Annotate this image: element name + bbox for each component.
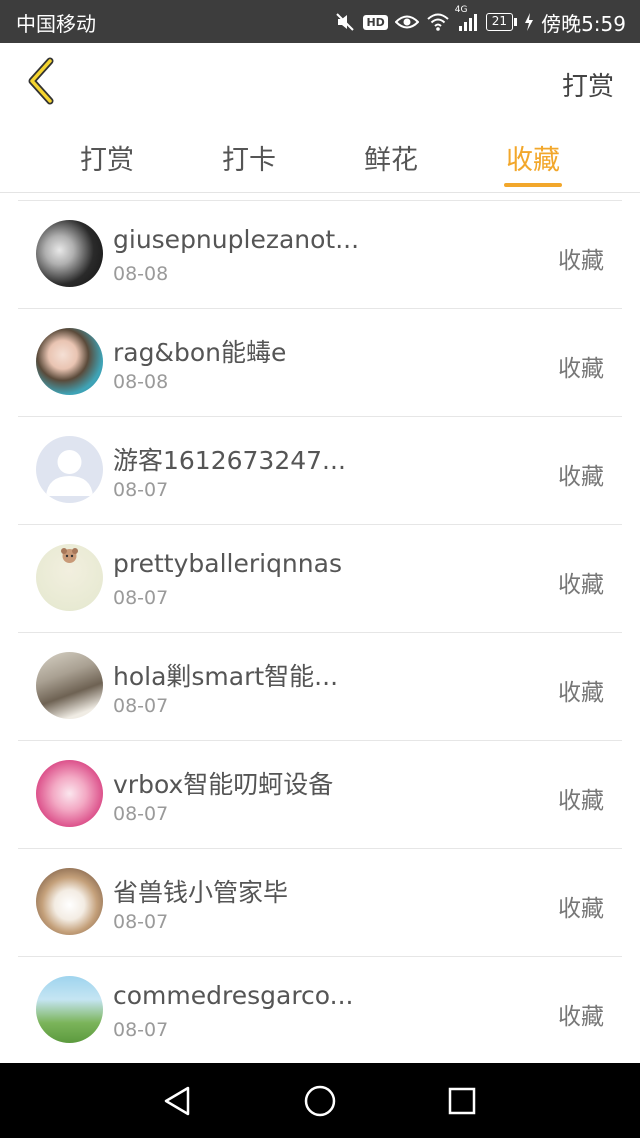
username: rag&bon能蝳e xyxy=(113,338,287,367)
date: 08-08 xyxy=(113,371,169,393)
triangle-back-icon xyxy=(164,1086,190,1116)
signal-icon: 4G xyxy=(455,5,479,32)
action-label: 收藏 xyxy=(558,248,604,274)
avatar[interactable] xyxy=(36,436,103,503)
mute-icon xyxy=(334,11,356,33)
action-label: 收藏 xyxy=(558,896,604,922)
username: hola剿smart智能... xyxy=(113,662,339,691)
username: 游客1612673247... xyxy=(113,446,346,475)
system-nav-bar xyxy=(0,1063,640,1138)
list-item[interactable]: commedresgarco... 08-07 收藏 xyxy=(0,957,640,1065)
status-bar: 中国移动 HD 4G 21 傍晚5:59 xyxy=(0,0,640,43)
tab-label: 鲜花 xyxy=(364,145,418,176)
tab-label: 收藏 xyxy=(506,145,560,176)
avatar[interactable] xyxy=(36,328,103,395)
date: 08-07 xyxy=(113,911,169,933)
list-item[interactable]: hola剿smart智能... 08-07 收藏 xyxy=(0,633,640,741)
cartoon-animal-icon xyxy=(61,548,78,563)
charging-icon xyxy=(524,13,534,31)
nav-recents-button[interactable] xyxy=(444,1083,480,1119)
list-item[interactable]: 省兽钱小管家毕 08-07 收藏 xyxy=(0,849,640,957)
eye-icon xyxy=(394,13,419,31)
square-recents-icon xyxy=(448,1087,476,1115)
wifi-icon xyxy=(426,12,450,32)
date: 08-07 xyxy=(113,1019,169,1041)
network-type: 4G xyxy=(454,5,468,15)
date: 08-07 xyxy=(113,587,169,609)
tab-indicator xyxy=(504,183,562,187)
action-label: 收藏 xyxy=(558,572,604,598)
date: 08-07 xyxy=(113,803,169,825)
action-label: 收藏 xyxy=(558,1004,604,1030)
carrier-name: 中国移动 xyxy=(16,12,96,36)
action-label: 收藏 xyxy=(558,464,604,490)
battery-indicator: 21 xyxy=(485,13,518,31)
tab-favorites[interactable]: 收藏 xyxy=(462,121,604,193)
tab-bar: 打赏 打卡 鲜花 收藏 xyxy=(0,121,640,193)
nav-home-button[interactable] xyxy=(302,1083,338,1119)
header-action-reward[interactable]: 打赏 xyxy=(562,66,614,103)
avatar[interactable] xyxy=(36,544,103,611)
battery-tip xyxy=(514,18,518,26)
list-item[interactable]: 游客1612673247... 08-07 收藏 xyxy=(0,417,640,525)
battery-level: 21 xyxy=(485,13,514,31)
date: 08-07 xyxy=(113,695,169,717)
avatar[interactable] xyxy=(36,652,103,719)
back-button[interactable] xyxy=(22,55,62,107)
default-user-icon xyxy=(46,450,93,496)
username: commedresgarco... xyxy=(113,981,354,1010)
chevron-left-icon xyxy=(28,57,54,105)
list-item[interactable]: vrbox智能叨蚵设备 08-07 收藏 xyxy=(0,741,640,849)
list-item[interactable]: prettyballeriqnnas 08-07 收藏 xyxy=(0,525,640,633)
list-item[interactable]: giusepnuplezanot... 08-08 收藏 xyxy=(0,201,640,309)
list-item[interactable]: rag&bon能蝳e 08-08 收藏 xyxy=(0,309,640,417)
username: prettyballeriqnnas xyxy=(113,549,342,578)
date: 08-07 xyxy=(113,479,169,501)
nav-back-button[interactable] xyxy=(160,1083,196,1119)
action-label: 收藏 xyxy=(558,356,604,382)
tab-flowers[interactable]: 鲜花 xyxy=(320,121,462,193)
status-icons: HD 4G 21 傍晚5:59 xyxy=(334,5,626,37)
date: 08-08 xyxy=(113,263,169,285)
clock: 傍晚5:59 xyxy=(541,11,626,36)
favorites-list: giusepnuplezanot... 08-08 收藏 rag&bon能蝳e … xyxy=(0,201,640,1065)
action-label: 收藏 xyxy=(558,788,604,814)
avatar[interactable] xyxy=(36,868,103,935)
username: vrbox智能叨蚵设备 xyxy=(113,770,334,799)
tab-label: 打赏 xyxy=(80,145,134,176)
avatar[interactable] xyxy=(36,976,103,1043)
username: giusepnuplezanot... xyxy=(113,225,360,254)
hd-badge: HD xyxy=(363,14,388,30)
avatar[interactable] xyxy=(36,760,103,827)
tab-label: 打卡 xyxy=(222,145,276,176)
avatar[interactable] xyxy=(36,220,103,287)
tab-checkin[interactable]: 打卡 xyxy=(178,121,320,193)
circle-home-icon xyxy=(304,1085,336,1117)
header: 打赏 xyxy=(0,43,640,121)
tab-reward[interactable]: 打赏 xyxy=(36,121,178,193)
username: 省兽钱小管家毕 xyxy=(113,878,289,907)
action-label: 收藏 xyxy=(558,680,604,706)
